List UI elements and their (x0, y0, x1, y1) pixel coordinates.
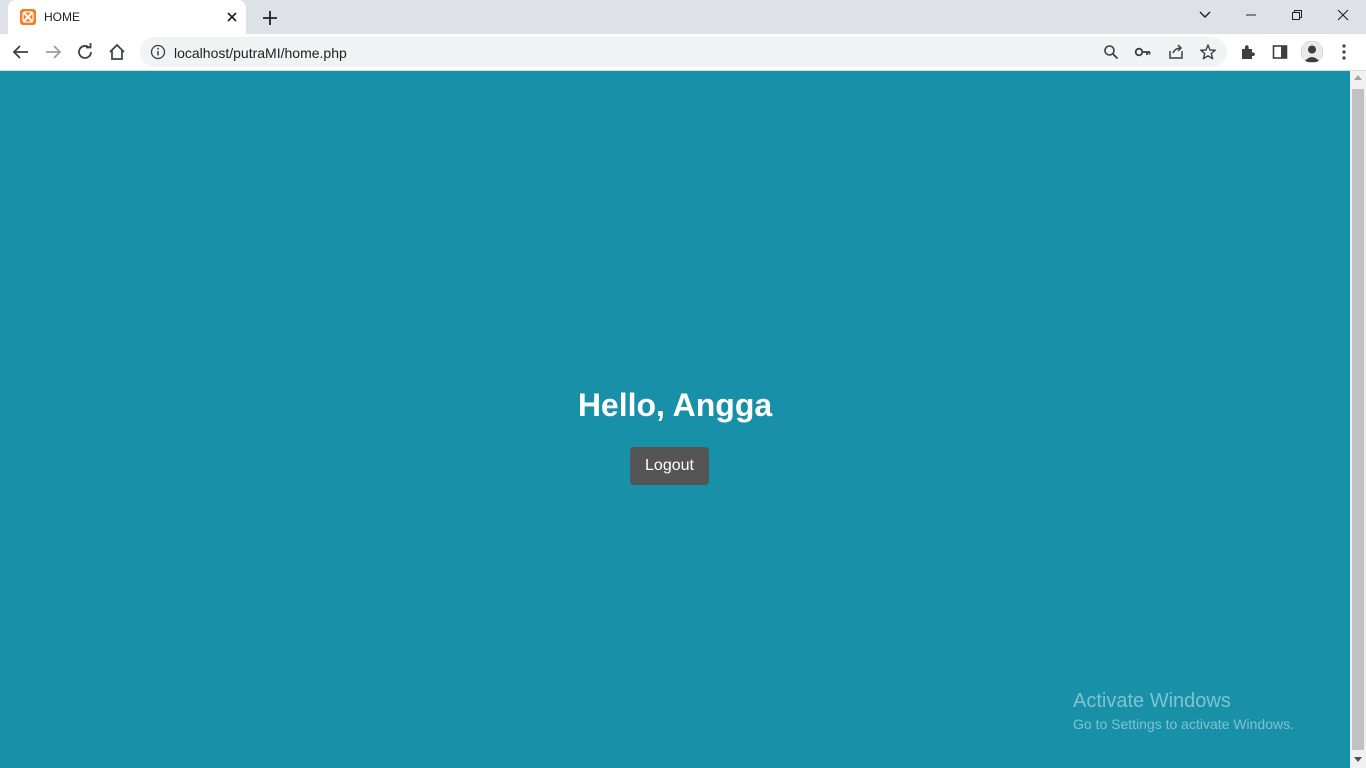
vertical-scrollbar[interactable] (1350, 71, 1366, 768)
tab-title: HOME (44, 10, 80, 24)
new-tab-icon[interactable] (260, 8, 280, 28)
bookmark-star-icon[interactable] (1198, 42, 1218, 62)
tab-search-chevron-icon[interactable] (1182, 0, 1228, 30)
activation-subtitle: Go to Settings to activate Windows. (1073, 716, 1294, 732)
greeting-text: Hello, Angga (577, 387, 773, 423)
more-menu-icon[interactable] (1334, 42, 1354, 62)
greeting-heading: Hello, Angga (0, 387, 1350, 424)
logout-button[interactable]: Logout (630, 447, 709, 485)
restore-icon[interactable] (1274, 0, 1320, 30)
activation-title: Activate Windows (1073, 690, 1231, 712)
site-info-icon[interactable] (150, 44, 166, 60)
browser-toolbar: localhost/putraMI/home.php (0, 34, 1366, 71)
share-icon[interactable] (1166, 42, 1186, 62)
extensions-puzzle-icon[interactable] (1238, 42, 1258, 62)
url-text[interactable]: localhost/putraMI/home.php (174, 45, 347, 61)
zoom-search-icon[interactable] (1101, 42, 1121, 62)
home-icon[interactable] (107, 42, 127, 62)
scroll-up-arrow-icon[interactable] (1354, 75, 1362, 80)
forward-icon[interactable] (43, 42, 63, 62)
minimize-icon[interactable] (1228, 0, 1274, 30)
scrollbar-thumb[interactable] (1352, 89, 1364, 750)
address-bar[interactable]: localhost/putraMI/home.php (140, 37, 1227, 67)
side-panel-icon[interactable] (1270, 42, 1290, 62)
scroll-down-arrow-icon[interactable] (1354, 757, 1362, 762)
tab-strip: HOME (0, 0, 1366, 34)
browser-tab[interactable]: HOME (8, 0, 246, 34)
password-key-icon[interactable] (1133, 42, 1153, 62)
back-icon[interactable] (11, 42, 31, 62)
page-viewport: Hello, Angga Logout Activate Windows Go … (0, 71, 1350, 768)
windows-activation-watermark: Activate Windows Go to Settings to activ… (1073, 690, 1294, 732)
close-window-icon[interactable] (1320, 0, 1366, 30)
profile-avatar[interactable] (1301, 41, 1323, 63)
reload-icon[interactable] (75, 42, 95, 62)
tab-close-icon[interactable] (224, 9, 240, 25)
xampp-favicon-icon (20, 9, 36, 25)
